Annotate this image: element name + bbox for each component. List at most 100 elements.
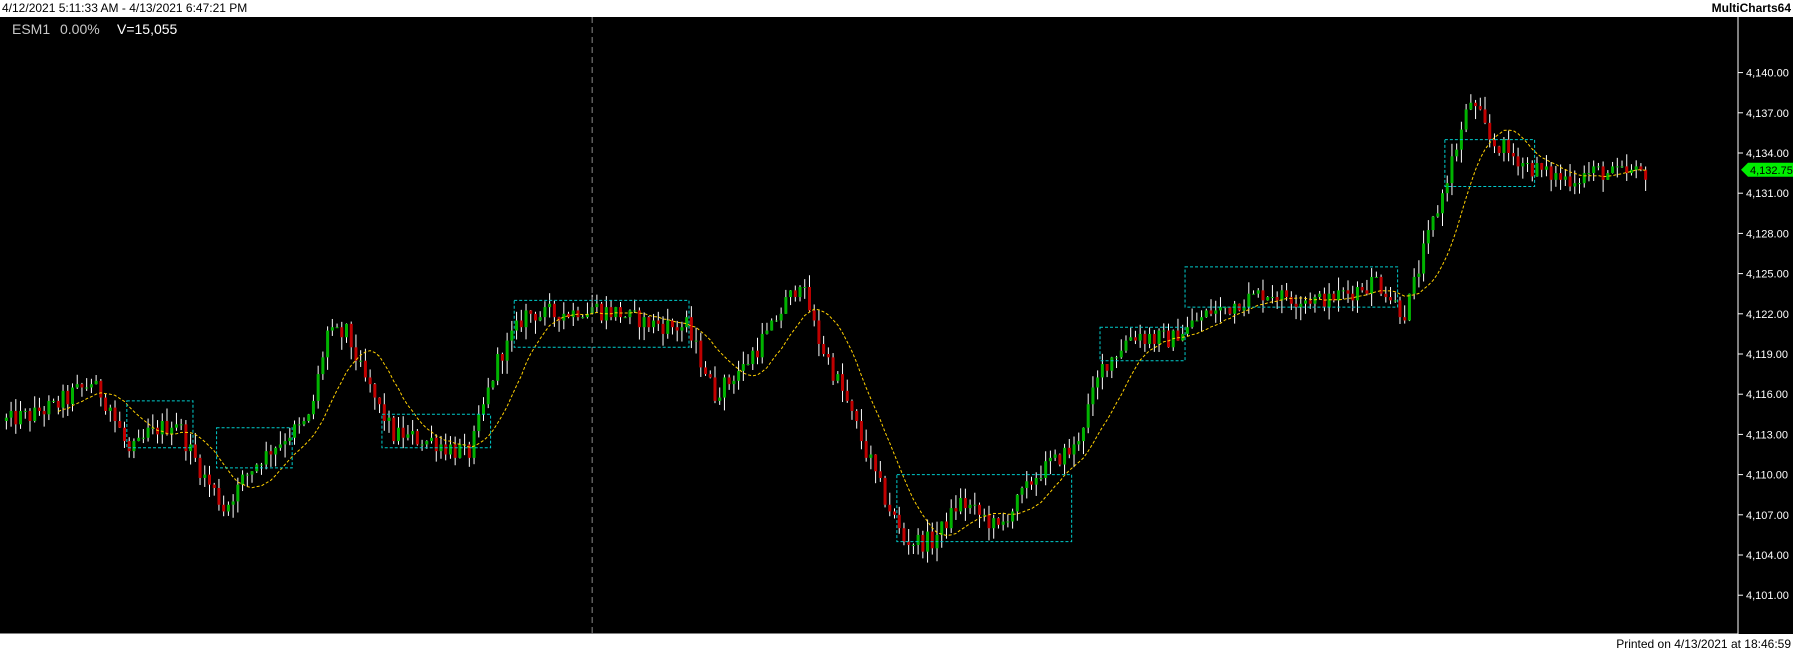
candle-body — [259, 464, 263, 466]
candle-body — [420, 444, 424, 446]
candle-body — [760, 333, 764, 358]
candle-body — [1530, 163, 1534, 177]
candle-body — [1034, 477, 1038, 485]
candle-body — [1644, 169, 1648, 180]
candle-body — [515, 320, 519, 331]
candle-body — [1582, 173, 1586, 184]
candle-body — [1563, 176, 1567, 180]
candle-body — [770, 320, 774, 331]
candle-body — [793, 290, 797, 298]
candle-body — [307, 414, 311, 421]
candle-body — [940, 521, 944, 535]
candle-body — [1100, 364, 1104, 378]
candle-body — [1091, 387, 1095, 405]
candle-body — [1185, 327, 1189, 334]
candle-body — [567, 313, 571, 318]
candle-body — [231, 501, 235, 505]
candle-body — [1554, 173, 1558, 180]
candle-body — [850, 400, 854, 411]
candle-body — [1157, 330, 1161, 344]
price-tick-label: 4,119.00 — [1746, 349, 1788, 361]
candle-body — [274, 447, 278, 455]
candle-body — [4, 417, 8, 421]
candle-body — [491, 380, 495, 388]
candle-body — [954, 508, 958, 512]
candle-body — [1544, 166, 1548, 170]
candle-body — [165, 421, 169, 435]
candle-body — [538, 317, 542, 321]
candle-body — [458, 444, 462, 458]
candle-body — [1280, 290, 1284, 301]
candle-body — [647, 317, 651, 328]
candle-body — [104, 397, 108, 411]
candle-body — [978, 504, 982, 515]
candle-body — [193, 444, 197, 458]
candle-body — [330, 327, 334, 331]
candle-body — [1412, 276, 1416, 294]
candle-body — [1611, 166, 1615, 174]
title-bar: 4/12/2021 5:11:33 AM - 4/13/2021 6:47:21… — [0, 0, 1793, 17]
candle-body — [883, 477, 887, 505]
candle-body — [921, 534, 925, 552]
candle-body — [652, 320, 656, 328]
candle-body — [472, 431, 476, 458]
candle-body — [864, 441, 868, 458]
candle-body — [1445, 183, 1449, 194]
candle-body — [71, 387, 74, 405]
candle-body — [1426, 230, 1430, 244]
candle-body — [1256, 290, 1260, 294]
candle-body — [1148, 333, 1152, 344]
candle-body — [37, 407, 41, 411]
candle-body — [1048, 457, 1052, 462]
candle-body — [1039, 477, 1043, 479]
candle-body — [1507, 139, 1511, 153]
candle-body — [1573, 183, 1577, 187]
candle-body — [1053, 454, 1057, 458]
candle-body — [911, 544, 915, 546]
candle-body — [1403, 317, 1407, 321]
candle-body — [118, 421, 122, 428]
candle-body — [685, 317, 689, 328]
candle-body — [897, 514, 901, 529]
price-chart[interactable]: 4,101.00 4,104.00 4,107.00 4,110.00 4,113.00… — [0, 17, 1793, 634]
candle-body — [1389, 297, 1393, 301]
change-label: 0.00% — [60, 21, 100, 37]
candle-body — [1200, 317, 1204, 321]
candle-body — [727, 377, 731, 385]
candle-body — [1483, 109, 1487, 123]
candle-body — [1294, 303, 1298, 308]
candle-body — [888, 504, 892, 512]
candle-body — [859, 421, 863, 442]
candle-body — [89, 384, 93, 388]
candle-body — [765, 330, 769, 334]
candle-body — [1218, 307, 1222, 311]
candle-body — [1247, 293, 1251, 308]
candle-body — [141, 437, 145, 439]
candle-body — [500, 354, 504, 361]
candle-body — [42, 410, 46, 415]
candle-body — [226, 504, 230, 512]
candle-body — [1152, 333, 1156, 344]
candle-body — [959, 498, 963, 512]
candle-body — [1516, 156, 1520, 167]
price-tick-label: 4,128.00 — [1746, 228, 1789, 240]
candle-body — [345, 323, 348, 338]
candle-body — [1559, 173, 1563, 180]
candle-body — [349, 323, 353, 348]
candle-body — [47, 400, 51, 415]
candle-body — [1526, 163, 1530, 165]
candle-body — [713, 377, 717, 401]
candle-body — [756, 350, 759, 358]
candle-body — [203, 474, 207, 478]
candle-body — [1067, 447, 1071, 455]
candle-body — [1478, 106, 1482, 110]
candle-body — [1285, 290, 1289, 298]
candle-body — [1162, 330, 1166, 332]
candle-body — [61, 390, 65, 408]
candle-body — [907, 541, 911, 545]
candle-body — [1327, 293, 1331, 308]
candle-body — [831, 357, 835, 381]
candle-body — [571, 310, 575, 318]
candle-body — [807, 287, 811, 311]
candle-body — [666, 320, 670, 334]
